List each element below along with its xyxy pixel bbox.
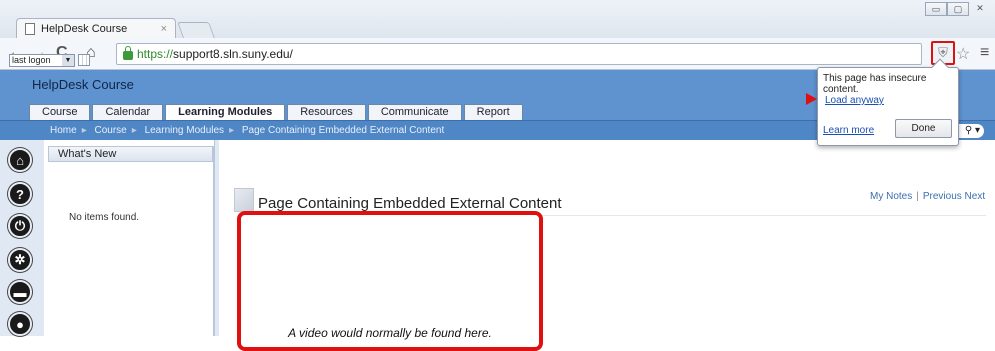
page-icon bbox=[25, 22, 35, 35]
breadcrumb-separator: ▸ bbox=[131, 125, 137, 136]
filter-value: last logon bbox=[12, 55, 51, 65]
menu-icon[interactable]: ≡ bbox=[980, 44, 989, 62]
tool-rail: ⌂ ? ⏻ ✲ ▬ ● bbox=[0, 140, 44, 336]
course-title: HelpDesk Course bbox=[32, 77, 134, 92]
red-arrow-icon bbox=[806, 93, 817, 105]
whats-new-panel: What's New bbox=[48, 146, 214, 336]
learn-more-link[interactable]: Learn more bbox=[823, 125, 874, 136]
tab-resources[interactable]: Resources bbox=[287, 104, 366, 120]
close-window-button[interactable]: ✕ bbox=[969, 2, 991, 16]
breadcrumb-separator: ▸ bbox=[81, 125, 87, 136]
window-controls: ▭ ▢ ✕ bbox=[925, 2, 991, 16]
popup-message: This page has insecure content. bbox=[823, 73, 927, 95]
tab-course[interactable]: Course bbox=[29, 104, 91, 120]
user-icon[interactable]: ● bbox=[8, 312, 32, 336]
browser-toolbar: ← → C ⌂ https:// support8.sln.suny.edu/ … bbox=[0, 38, 995, 70]
minimize-button[interactable]: ▭ bbox=[925, 2, 947, 16]
done-button[interactable]: Done bbox=[895, 119, 952, 138]
bookmark-star-icon[interactable]: ☆ bbox=[956, 44, 970, 64]
pager-separator: | bbox=[916, 191, 919, 202]
whats-new-title: What's New bbox=[48, 146, 213, 162]
url-scheme: https:// bbox=[137, 47, 174, 61]
filter-select[interactable]: last logon ▼ bbox=[9, 54, 75, 67]
tab-report[interactable]: Report bbox=[463, 104, 523, 120]
breadcrumb-home[interactable]: Home bbox=[50, 125, 77, 136]
gear-icon[interactable]: ✲ bbox=[8, 248, 32, 272]
video-placeholder-text: A video would normally be found here. bbox=[288, 326, 492, 340]
address-bar[interactable]: https:// support8.sln.suny.edu/ bbox=[116, 43, 922, 65]
page-navigation: My Notes | Previous Next bbox=[870, 191, 985, 202]
help-icon[interactable]: ? bbox=[8, 182, 32, 206]
browser-tabstrip: HelpDesk Course × ▭ ▢ ✕ bbox=[0, 0, 995, 38]
power-icon[interactable]: ⏻ bbox=[8, 214, 32, 238]
browser-tab[interactable]: HelpDesk Course × bbox=[16, 18, 176, 38]
folder-icon[interactable]: ▬ bbox=[8, 280, 32, 304]
url-host: support8.sln.suny.edu/ bbox=[173, 47, 293, 61]
tab-communicate[interactable]: Communicate bbox=[367, 104, 462, 120]
load-anyway-link[interactable]: Load anyway bbox=[825, 95, 884, 106]
new-tab-button[interactable] bbox=[177, 22, 215, 38]
breadcrumb-current-page: Page Containing Embedded External Conten… bbox=[241, 125, 445, 136]
insecure-content-popup: This page has insecure content. Load any… bbox=[806, 58, 959, 146]
breadcrumb-learning-modules[interactable]: Learning Modules bbox=[145, 125, 225, 136]
previous-link[interactable]: Previous bbox=[923, 191, 962, 202]
tab-learning-modules[interactable]: Learning Modules bbox=[165, 104, 286, 120]
chevron-down-icon: ▼ bbox=[62, 55, 74, 66]
document-icon bbox=[234, 188, 254, 212]
maximize-button[interactable]: ▢ bbox=[947, 2, 969, 16]
breadcrumb-course[interactable]: Course bbox=[95, 125, 127, 136]
breadcrumb-separator: ▸ bbox=[229, 125, 235, 136]
home-rail-icon[interactable]: ⌂ bbox=[8, 148, 32, 172]
content-area: Page Containing Embedded External Conten… bbox=[219, 140, 995, 351]
course-nav-tabs: Course Calendar Learning Modules Resourc… bbox=[29, 104, 525, 120]
tab-title: HelpDesk Course bbox=[41, 22, 128, 35]
next-link[interactable]: Next bbox=[965, 191, 986, 202]
embedded-video-frame: A video would normally be found here. bbox=[237, 211, 543, 351]
lock-icon bbox=[123, 46, 133, 60]
calendar-icon[interactable] bbox=[78, 54, 90, 66]
my-notes-link[interactable]: My Notes bbox=[870, 191, 912, 202]
page-title: Page Containing Embedded External Conten… bbox=[258, 195, 562, 212]
close-tab-icon[interactable]: × bbox=[161, 23, 167, 35]
tab-calendar[interactable]: Calendar bbox=[92, 104, 164, 120]
empty-message: No items found. bbox=[69, 212, 140, 223]
